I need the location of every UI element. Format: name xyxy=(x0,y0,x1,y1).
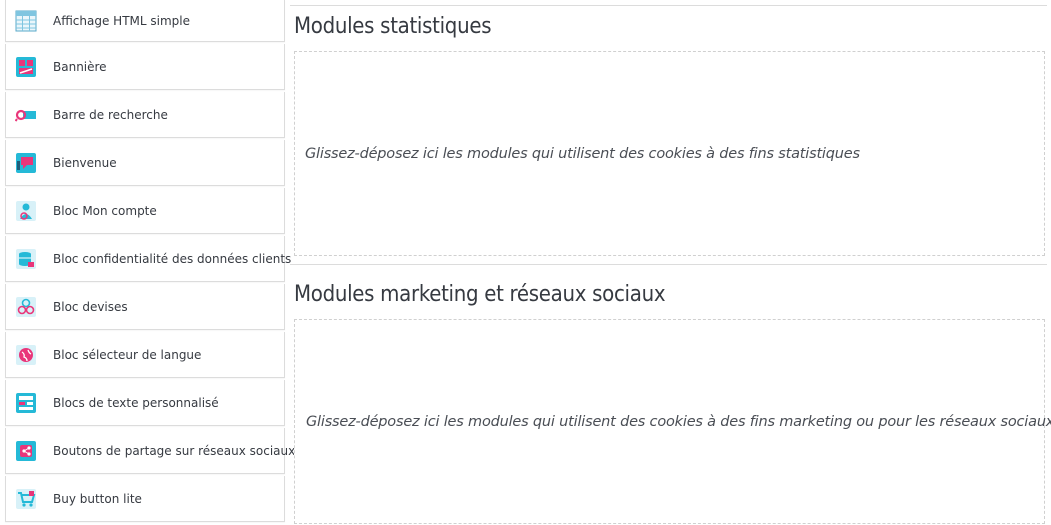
module-item-html-display[interactable]: Affichage HTML simple xyxy=(5,0,285,42)
marketing-drop-placeholder: Glissez-déposez ici les modules qui util… xyxy=(306,413,1051,430)
module-item-language-selector[interactable]: Bloc sélecteur de langue xyxy=(5,332,285,378)
cart-icon xyxy=(14,487,38,511)
module-label: Affichage HTML simple xyxy=(53,13,190,28)
module-label: Blocs de texte personnalisé xyxy=(53,395,219,410)
account-icon xyxy=(14,199,38,223)
custom-text-icon xyxy=(14,391,38,415)
banner-icon xyxy=(14,55,38,79)
module-label: Boutons de partage sur réseaux sociaux xyxy=(53,443,296,458)
marketing-drop-zone[interactable]: Glissez-déposez ici les modules qui util… xyxy=(294,319,1051,524)
module-label: Bloc sélecteur de langue xyxy=(53,347,202,362)
module-item-data-privacy[interactable]: Bloc confidentialité des données clients xyxy=(5,236,291,282)
language-selector-icon xyxy=(14,343,38,367)
statistics-zone-title: Modules statistiques xyxy=(294,14,492,39)
module-label: Bloc Mon compte xyxy=(53,203,157,218)
module-item-my-account[interactable]: Bloc Mon compte xyxy=(5,188,285,234)
module-list: Affichage HTML simple Bannière Barre de … xyxy=(5,0,295,525)
currency-icon xyxy=(14,295,38,319)
social-share-icon xyxy=(14,439,38,463)
module-label: Bienvenue xyxy=(53,155,117,170)
module-label: Bannière xyxy=(53,59,107,74)
welcome-icon xyxy=(14,151,38,175)
module-label: Barre de recherche xyxy=(53,107,168,122)
module-item-social-share[interactable]: Boutons de partage sur réseaux sociaux xyxy=(5,428,295,474)
divider xyxy=(290,5,1047,6)
data-privacy-icon xyxy=(14,247,38,271)
statistics-drop-placeholder: Glissez-déposez ici les modules qui util… xyxy=(305,145,860,162)
statistics-drop-zone[interactable]: Glissez-déposez ici les modules qui util… xyxy=(294,51,1045,256)
module-item-currency[interactable]: Bloc devises xyxy=(5,284,285,330)
module-item-custom-text[interactable]: Blocs de texte personnalisé xyxy=(5,380,285,426)
module-item-welcome[interactable]: Bienvenue xyxy=(5,140,285,186)
divider xyxy=(290,264,1047,265)
html-table-icon xyxy=(14,9,38,33)
module-item-banner[interactable]: Bannière xyxy=(5,44,285,90)
module-label: Bloc devises xyxy=(53,299,128,314)
marketing-zone-title: Modules marketing et réseaux sociaux xyxy=(294,282,666,307)
module-label: Bloc confidentialité des données clients xyxy=(53,251,292,266)
module-item-buy-button[interactable]: Buy button lite xyxy=(5,476,285,522)
module-label: Buy button lite xyxy=(53,491,142,506)
module-item-search-bar[interactable]: Barre de recherche xyxy=(5,92,285,138)
search-bar-icon xyxy=(14,103,38,127)
